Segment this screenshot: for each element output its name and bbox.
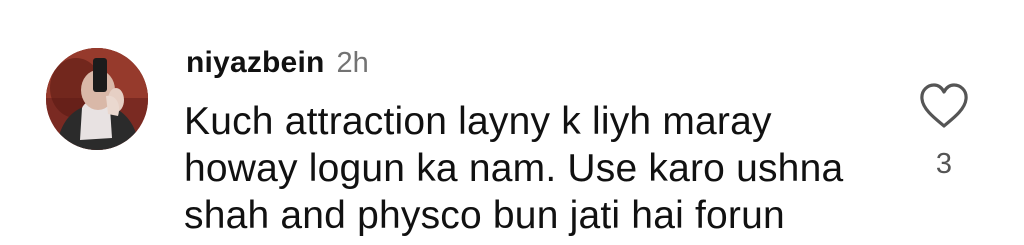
avatar[interactable] [46, 48, 148, 150]
comment-text-line: shah and physco bun jati hai forun [184, 194, 785, 237]
username-link[interactable]: niyazbein [186, 46, 325, 80]
comment-item: niyazbein 2h Kuch attraction layny k liy… [0, 0, 1024, 245]
timestamp: 2h [336, 47, 369, 79]
like-count: 3 [935, 148, 953, 180]
heart-outline-icon [920, 83, 968, 128]
comment-text-line: howay logun ka nam. Use karo ushna [184, 147, 844, 190]
comment-text-line: Kuch attraction layny k liyh maray [184, 100, 772, 143]
comment-text: Kuch attraction layny k liyh maray howay… [184, 98, 904, 239]
like-button[interactable] [918, 82, 970, 130]
comment-header: niyazbein 2h [186, 46, 369, 86]
avatar-image [46, 48, 148, 150]
